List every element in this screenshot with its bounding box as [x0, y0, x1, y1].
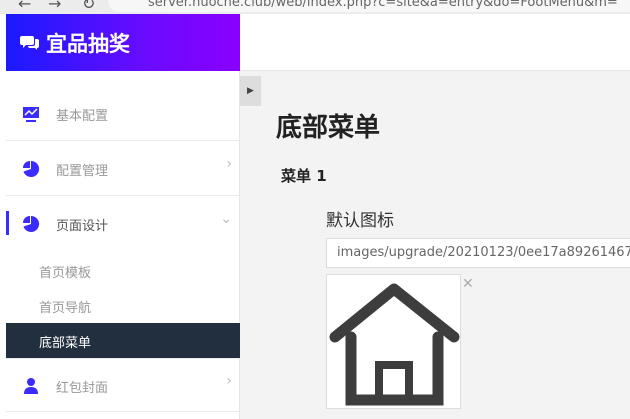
address-bar-url: server.huocne.club/web/index.php?c=site&…: [148, 0, 618, 10]
pie-chart-icon: [23, 160, 40, 177]
chevron-down-icon: ⌄: [220, 211, 232, 227]
sidebar-collapse-button[interactable]: ▶: [240, 76, 261, 106]
icon-preview[interactable]: [326, 274, 461, 409]
chevron-right-icon: ›: [226, 156, 232, 172]
sidebar-item-label: 页面设计: [56, 219, 109, 234]
sidebar-item-label: 红包封面: [56, 381, 109, 396]
sidebar-item-label: 基本配置: [56, 109, 109, 124]
brand-title: 宜品抽奖: [46, 32, 130, 56]
page-title: 底部菜单: [276, 113, 381, 143]
home-icon: [329, 283, 460, 406]
back-icon[interactable]: ←: [18, 0, 31, 13]
close-icon[interactable]: ✕: [462, 276, 474, 292]
forward-icon[interactable]: →: [48, 0, 61, 13]
default-icon-label: 默认图标: [326, 211, 394, 231]
sidebar-subitem-home-nav[interactable]: 首页导航: [6, 288, 240, 323]
sidebar-subitem-home-template[interactable]: 首页模板: [6, 253, 240, 288]
brand-header: 宜品抽奖: [6, 14, 240, 71]
section-title: 菜单 1: [281, 167, 327, 185]
pie-chart-icon: [23, 215, 40, 232]
monitor-chart-icon: [23, 107, 39, 122]
reload-icon[interactable]: ↻: [82, 0, 95, 13]
sidebar-item-red-envelope-cover[interactable]: 红包封面 ›: [6, 358, 240, 412]
sidebar-item-config-manage[interactable]: 配置管理 ›: [6, 142, 240, 196]
main-content: 底部菜单 菜单 1 默认图标 images/upgrade/20210123/0…: [261, 71, 630, 419]
chevron-right-icon: ›: [226, 373, 232, 389]
user-icon: [24, 378, 38, 394]
top-header: [240, 14, 630, 71]
browser-toolbar: ← → ↻ server.huocne.club/web/index.php?c…: [0, 0, 630, 14]
sidebar-item-basic-config[interactable]: 基本配置: [6, 87, 240, 141]
sidebar-subitem-footer-menu[interactable]: 底部菜单: [6, 323, 240, 358]
icon-path-input[interactable]: images/upgrade/20210123/0ee17a89261467f7…: [326, 238, 630, 268]
active-indicator: [6, 211, 9, 235]
sidebar-item-label: 配置管理: [56, 164, 109, 179]
sidebar-item-page-design[interactable]: 页面设计 ⌄: [6, 197, 240, 251]
chat-bubbles-icon: [20, 36, 39, 50]
